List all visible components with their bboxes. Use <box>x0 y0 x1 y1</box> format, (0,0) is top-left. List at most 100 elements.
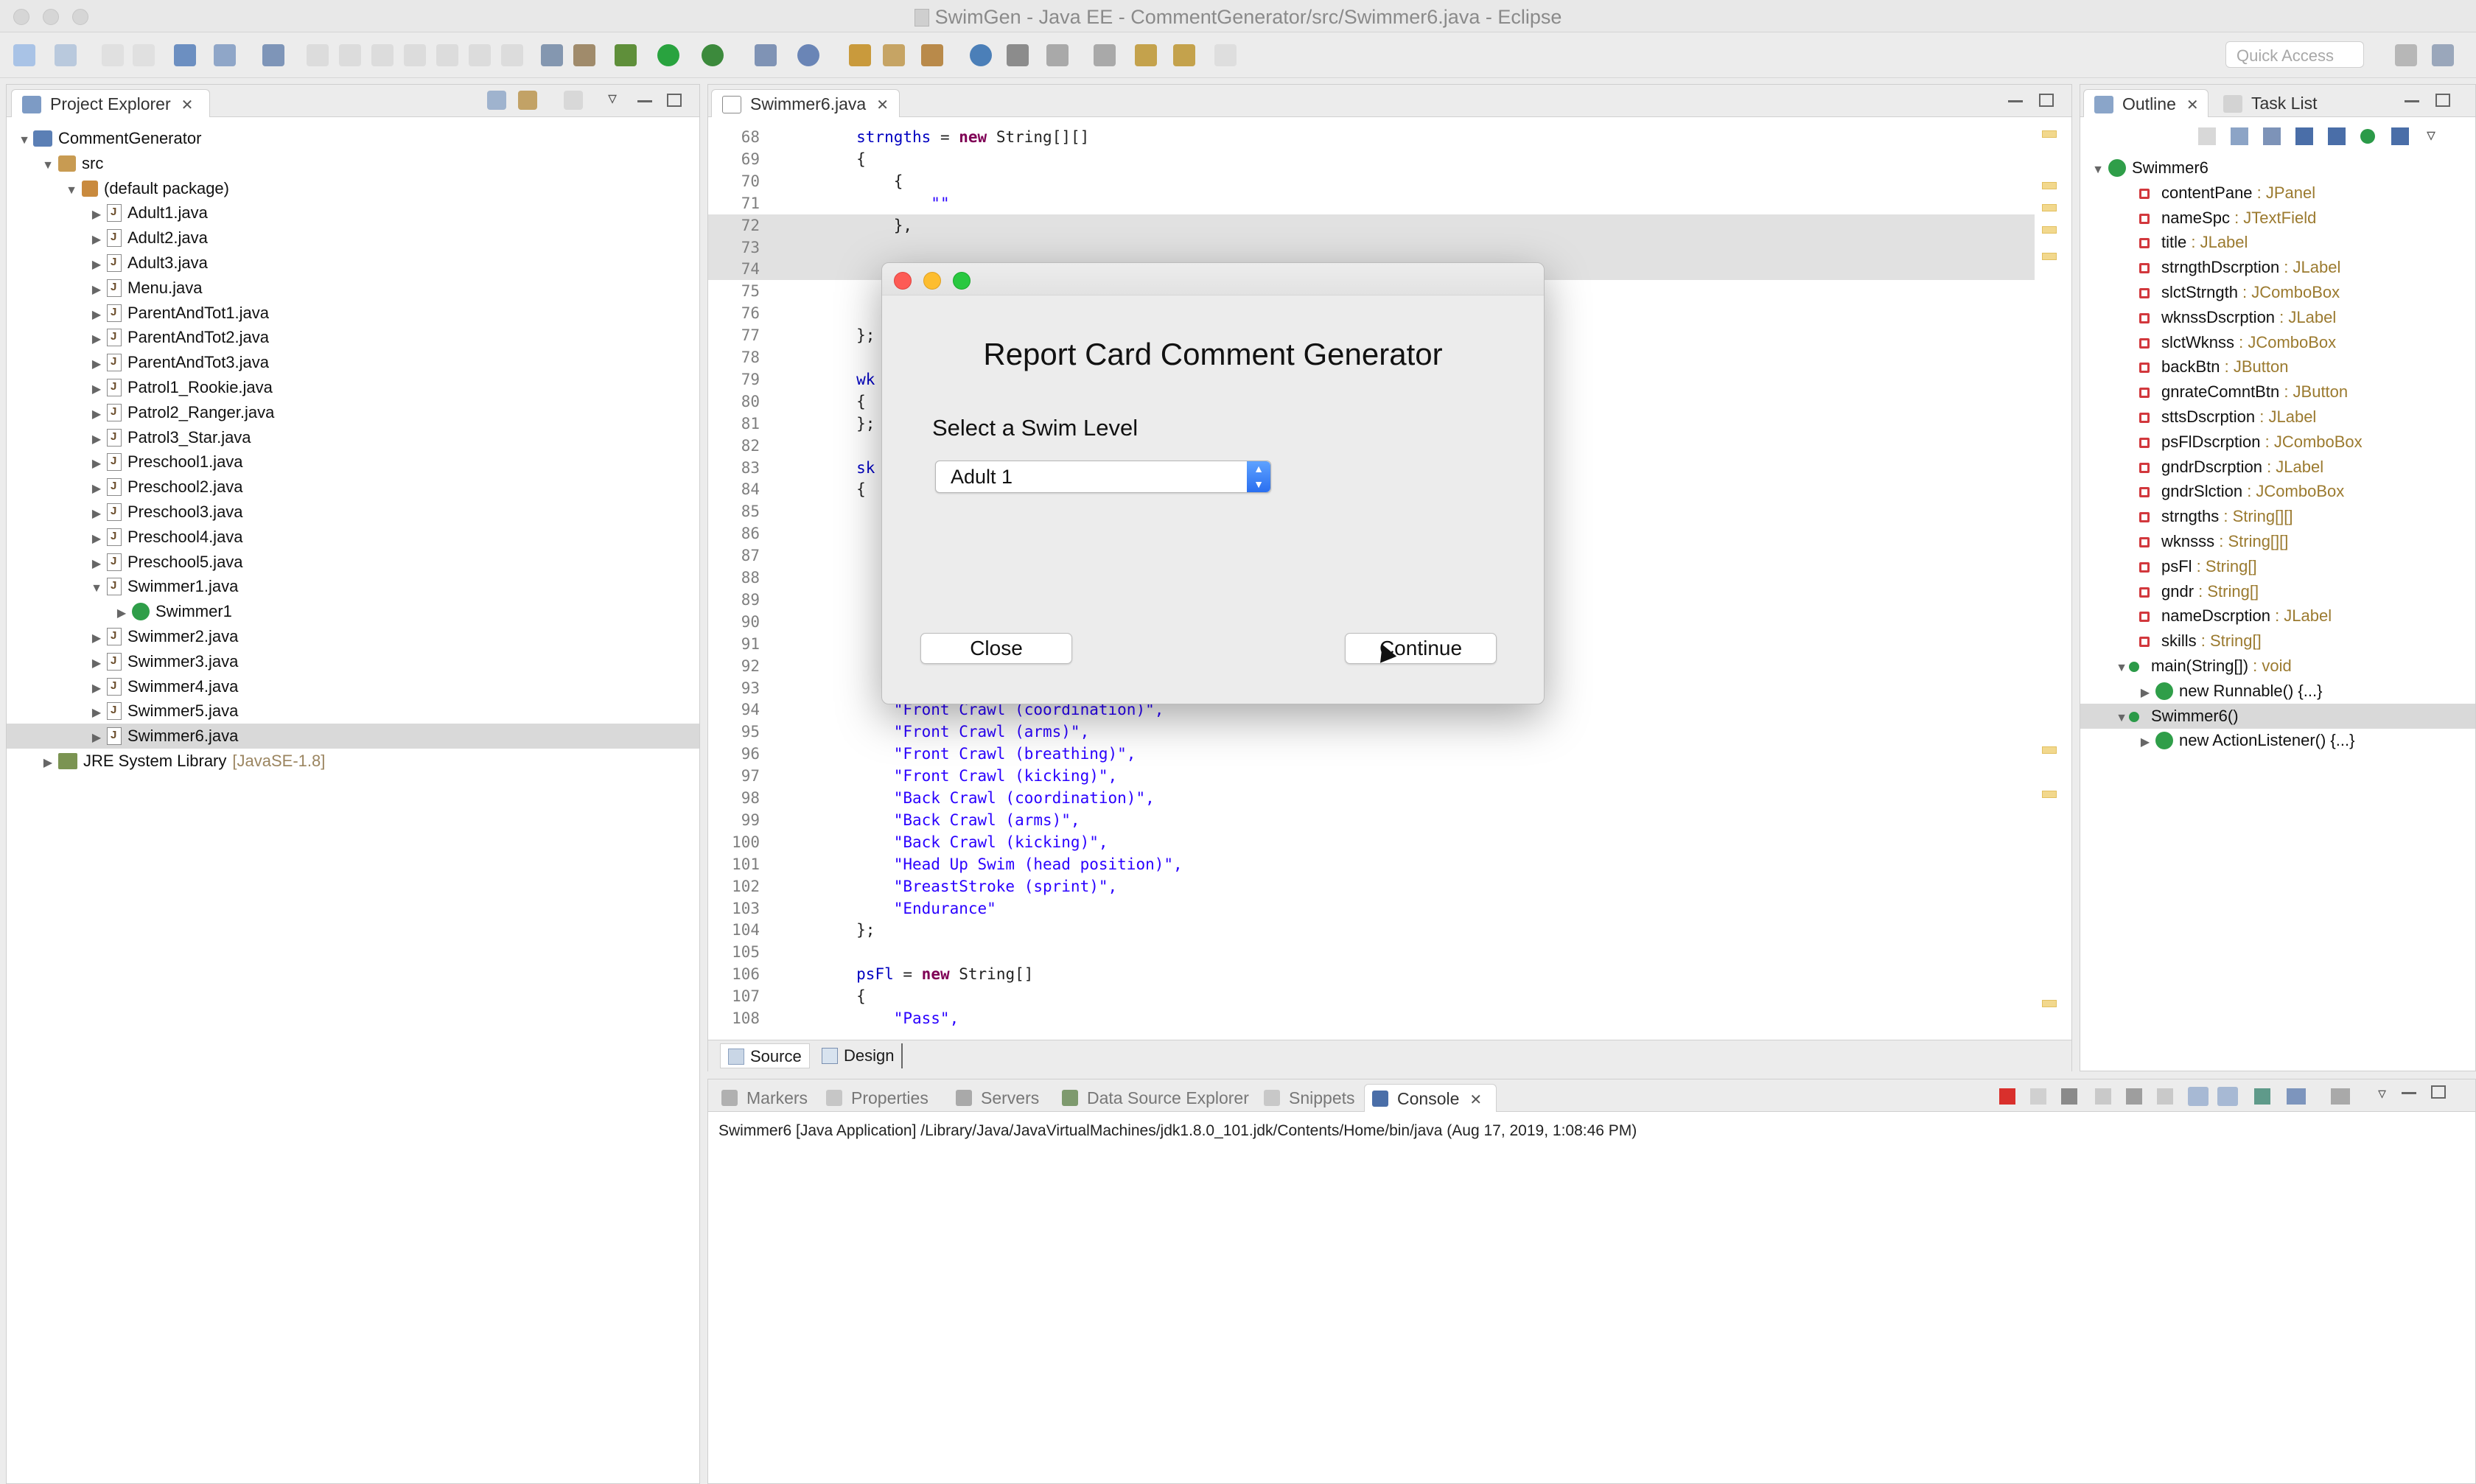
tab-properties[interactable]: Properties <box>819 1084 944 1112</box>
collapsed-arrow-icon[interactable]: ▶ <box>89 701 104 726</box>
quick-access-input[interactable]: Quick Access <box>2225 41 2364 68</box>
collapsed-arrow-icon[interactable]: ▶ <box>2138 681 2152 706</box>
sort-alpha-icon[interactable] <box>2263 127 2281 145</box>
next-annotation-icon[interactable] <box>1046 44 1069 66</box>
open-type-icon[interactable] <box>849 44 871 66</box>
terminate-icon[interactable] <box>1999 1088 2015 1105</box>
java-ee-perspective-icon[interactable] <box>2432 44 2454 66</box>
expanded-arrow-icon[interactable]: ▼ <box>2114 706 2129 731</box>
tab-project-explorer[interactable]: Project Explorer ✕ <box>11 89 210 117</box>
hide-static-icon[interactable] <box>2328 127 2346 145</box>
tree-java-file[interactable]: ▶ Menu.java <box>89 276 203 301</box>
suspend-icon[interactable] <box>339 44 361 66</box>
sort-icon[interactable] <box>2198 127 2216 145</box>
close-icon[interactable]: ✕ <box>876 97 889 113</box>
collapsed-arrow-icon[interactable]: ▶ <box>89 527 104 552</box>
format-icon[interactable] <box>214 44 236 66</box>
tree-java-file[interactable]: ▶ ParentAndTot3.java <box>89 350 269 375</box>
dialog-zoom-icon[interactable] <box>953 272 971 290</box>
overview-marker[interactable] <box>2042 1000 2057 1007</box>
tree-java-file[interactable]: ▶ Patrol2_Ranger.java <box>89 400 274 425</box>
disconnect-icon[interactable] <box>404 44 426 66</box>
step-over-icon[interactable] <box>469 44 491 66</box>
outline-field[interactable]: strngthDscrption : JLabel <box>2139 255 2340 280</box>
show-stdout-icon[interactable] <box>2188 1087 2209 1106</box>
overview-marker[interactable] <box>2042 204 2057 211</box>
tree-java-file[interactable]: ▼ Swimmer1.java <box>89 574 238 599</box>
overview-marker[interactable] <box>2042 791 2057 798</box>
maximize-icon[interactable] <box>2039 94 2054 107</box>
outline-runnable[interactable]: ▶ new Runnable() {...} <box>2138 679 2322 704</box>
expanded-arrow-icon[interactable]: ▼ <box>2091 158 2105 183</box>
new-icon[interactable] <box>13 44 35 66</box>
tree-default-package[interactable]: ▼ (default package) <box>64 176 229 201</box>
collapsed-arrow-icon[interactable]: ▶ <box>89 203 104 228</box>
collapsed-arrow-icon[interactable]: ▶ <box>89 477 104 502</box>
collapsed-arrow-icon[interactable]: ▶ <box>89 726 104 751</box>
swim-level-select[interactable]: Adult 1 ▲ ▼ <box>935 461 1271 493</box>
collapsed-arrow-icon[interactable]: ▶ <box>89 626 104 651</box>
debug-icon[interactable] <box>615 44 637 66</box>
new-server-icon[interactable] <box>755 44 777 66</box>
tab-data-source-explorer[interactable]: Data Source Explorer <box>1055 1084 1252 1112</box>
use-step-filters-icon[interactable] <box>573 44 595 66</box>
save-icon[interactable] <box>102 44 124 66</box>
tab-design[interactable]: Design <box>814 1043 903 1068</box>
outline-field[interactable]: psFl : String[] <box>2139 554 2257 579</box>
collapsed-arrow-icon[interactable]: ▶ <box>89 552 104 577</box>
new-web-icon[interactable] <box>797 44 819 66</box>
drop-to-frame-icon[interactable] <box>541 44 563 66</box>
outline-field[interactable]: skills : String[] <box>2139 629 2262 654</box>
collapsed-arrow-icon[interactable]: ▶ <box>41 751 55 776</box>
collapsed-arrow-icon[interactable]: ▶ <box>89 502 104 527</box>
remove-all-icon[interactable] <box>2061 1088 2077 1105</box>
save-all-icon[interactable] <box>133 44 155 66</box>
collapsed-arrow-icon[interactable]: ▶ <box>89 651 104 676</box>
overview-marker[interactable] <box>2042 226 2057 234</box>
tab-task-list[interactable]: Task List <box>2213 89 2338 117</box>
tree-java-file[interactable]: ▶ Swimmer3.java <box>89 649 238 674</box>
tab-outline[interactable]: Outline ✕ <box>2083 89 2209 117</box>
tab-swimmer6-java[interactable]: Swimmer6.java ✕ <box>711 89 900 117</box>
open-perspective-icon[interactable] <box>2395 44 2417 66</box>
tree-class[interactable]: ▶ Swimmer1 <box>114 599 232 624</box>
display-console-icon[interactable] <box>2287 1088 2306 1105</box>
outline-class[interactable]: ▼ Swimmer6 <box>2091 155 2209 181</box>
tree-java-file[interactable]: ▶ Preschool1.java <box>89 449 243 475</box>
overview-marker[interactable] <box>2042 130 2057 138</box>
tab-snippets[interactable]: Snippets <box>1256 1084 1360 1112</box>
expanded-arrow-icon[interactable]: ▼ <box>2114 656 2129 681</box>
minimize-icon[interactable] <box>637 99 652 102</box>
outline-field[interactable]: strngths : String[][] <box>2139 504 2293 529</box>
tree-java-file[interactable]: ▶ Preschool2.java <box>89 475 243 500</box>
maximize-icon[interactable] <box>2431 1085 2446 1099</box>
tree-java-file[interactable]: ▶ Adult1.java <box>89 200 208 225</box>
expanded-arrow-icon[interactable]: ▼ <box>89 576 104 601</box>
remove-launch-icon[interactable] <box>2030 1088 2046 1105</box>
tab-source[interactable]: Source <box>720 1043 810 1068</box>
scroll-lock-icon[interactable] <box>2126 1088 2142 1105</box>
collapsed-arrow-icon[interactable]: ▶ <box>2138 730 2152 755</box>
hide-local-types-icon[interactable] <box>2391 127 2409 145</box>
tree-java-file[interactable]: ▶ Adult3.java <box>89 251 208 276</box>
pin-console-icon[interactable] <box>2254 1088 2270 1105</box>
step-into-icon[interactable] <box>436 44 458 66</box>
collapsed-arrow-icon[interactable]: ▶ <box>89 278 104 303</box>
tree-jre-library[interactable]: ▶ JRE System Library [JavaSE-1.8] <box>41 749 326 776</box>
tree-java-file[interactable]: ▶ Preschool4.java <box>89 525 243 550</box>
focus-icon[interactable] <box>564 91 583 110</box>
link-editor-icon[interactable] <box>518 91 537 110</box>
tree-java-file[interactable]: ▶ Swimmer2.java <box>89 624 238 649</box>
tree-src-folder[interactable]: ▼ src <box>41 151 103 176</box>
outline-field[interactable]: psFlDscrption : JComboBox <box>2139 430 2363 455</box>
skip-breakpoints-icon[interactable] <box>262 44 284 66</box>
collapsed-arrow-icon[interactable]: ▶ <box>114 601 129 626</box>
outline-field[interactable]: gndr : String[] <box>2139 579 2259 604</box>
minimize-icon[interactable] <box>2402 1091 2416 1094</box>
step-return-icon[interactable] <box>501 44 523 66</box>
maximize-icon[interactable] <box>667 94 682 107</box>
tab-console[interactable]: Console ✕ <box>1364 1084 1497 1112</box>
show-stderr-icon[interactable] <box>2217 1087 2238 1106</box>
outline-field[interactable]: gnrateComntBtn : JButton <box>2139 379 2348 405</box>
outline-field[interactable]: gndrSlction : JComboBox <box>2139 479 2344 504</box>
